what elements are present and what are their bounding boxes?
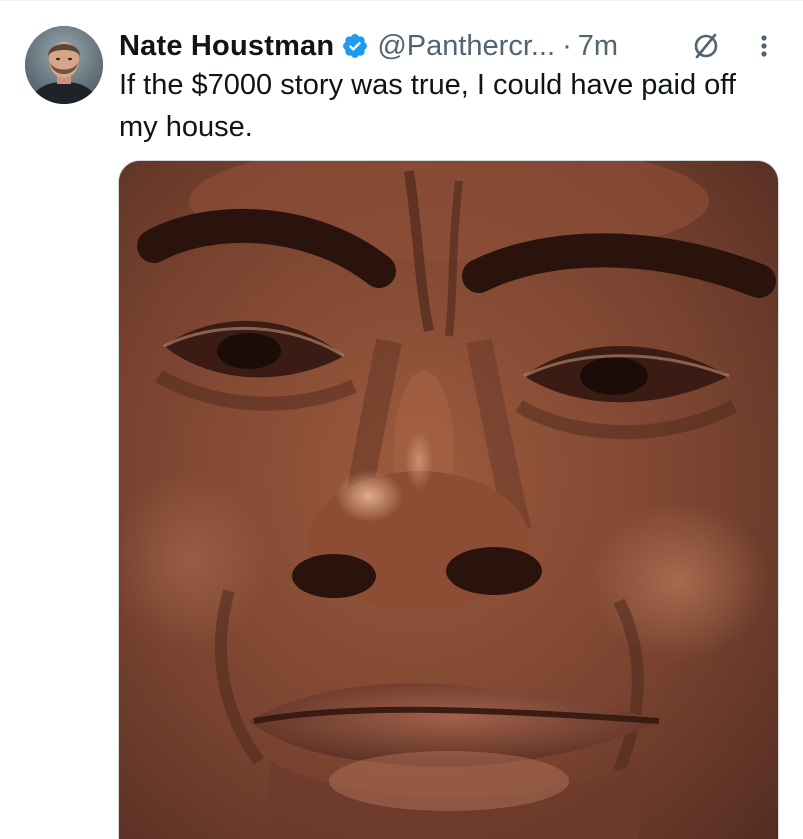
tweet[interactable]: Nate Houstman @Panthercr... · 7m If the … [0,0,803,839]
verified-badge-icon[interactable] [341,32,369,60]
tweet-text: If the $7000 story was true, I could hav… [119,69,736,143]
author-display-name[interactable]: Nate Houstman [119,24,334,68]
separator-dot: · [562,30,572,62]
tweet-media-image[interactable] [118,160,779,839]
grok-icon[interactable] [690,30,722,62]
author-handle[interactable]: @Panthercr... [377,24,555,68]
tweet-header: Nate Houstman @Panthercr... · 7m [119,24,618,68]
more-vertical-icon[interactable] [756,30,772,62]
face-closeup-image [119,161,778,839]
divider [0,0,803,1]
timestamp[interactable]: 7m [578,24,618,68]
avatar-image [25,26,103,104]
avatar[interactable] [25,26,103,104]
